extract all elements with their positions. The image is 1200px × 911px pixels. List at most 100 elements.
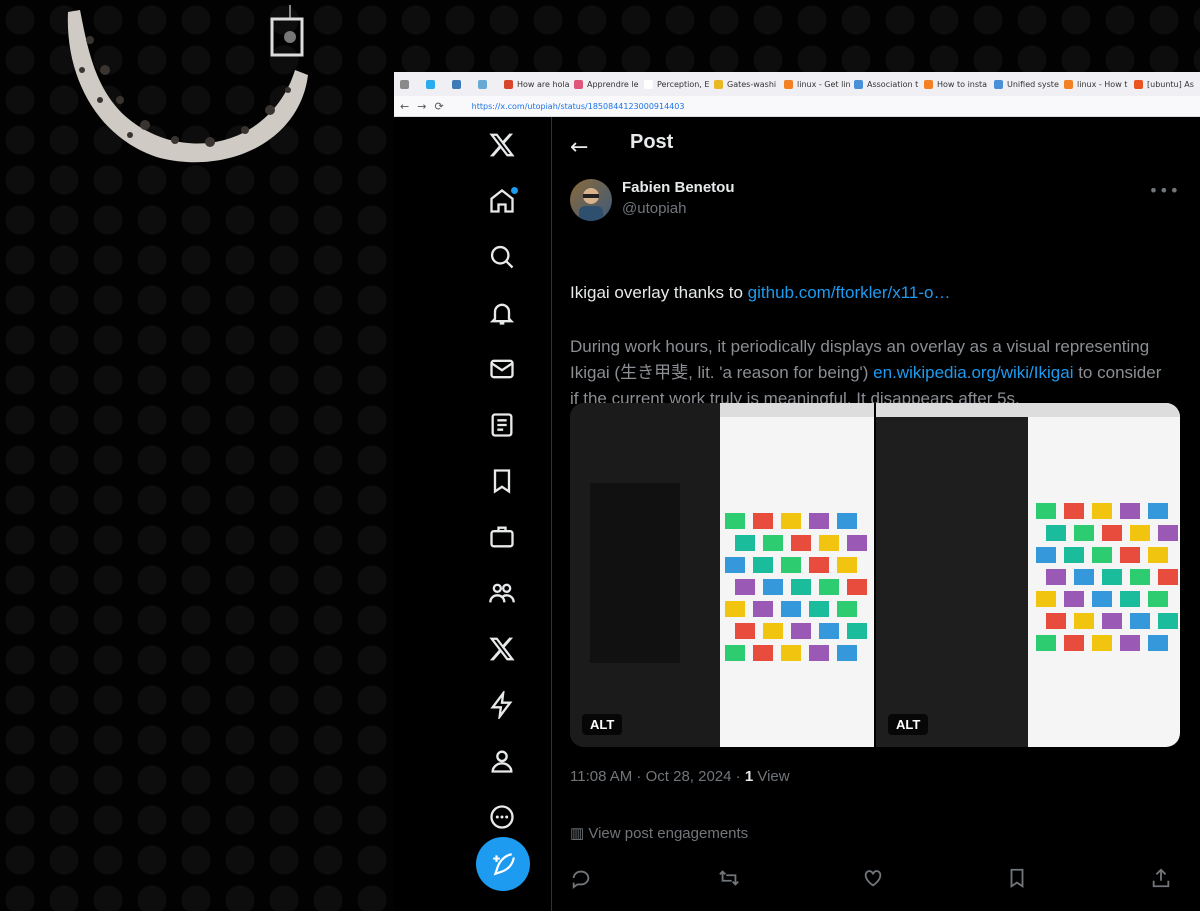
media-cube-shape: [725, 601, 745, 617]
browser-tab[interactable]: Unified syste: [994, 79, 1060, 89]
notifications-bell-icon[interactable]: [488, 299, 520, 331]
verified-orgs-lightning-icon[interactable]: [488, 689, 520, 723]
more-options-icon[interactable]: [488, 803, 520, 835]
post-text-body: During work hours, it periodically displ…: [570, 334, 1170, 412]
reply-icon[interactable]: [570, 867, 596, 893]
browser-tab[interactable]: How to insta: [924, 79, 990, 89]
home-icon[interactable]: [488, 187, 520, 219]
media-cube-shape: [1092, 635, 1112, 651]
tab-label: How to insta: [937, 79, 988, 89]
alt-badge[interactable]: ALT: [582, 714, 623, 735]
browser-forward-icon[interactable]: →: [417, 100, 426, 113]
like-heart-icon[interactable]: [862, 867, 888, 893]
communities-icon[interactable]: [488, 579, 520, 611]
address-field[interactable]: https://x.com/utopiah/status/18508441230…: [472, 102, 685, 111]
media-cube-shape: [791, 579, 811, 595]
back-arrow-icon[interactable]: ←: [570, 135, 588, 160]
media-cube-shape: [1046, 569, 1066, 585]
media-cube-shape: [1130, 569, 1150, 585]
browser-tab[interactable]: Association t: [854, 79, 920, 89]
github-link[interactable]: github.com/ftorkler/x11-o…: [748, 283, 951, 302]
timestamp-text[interactable]: 11:08 AM · Oct 28, 2024 ·: [570, 768, 745, 785]
media-cube-shape: [1064, 635, 1084, 651]
browser-tab[interactable]: How are hola: [504, 79, 570, 89]
tab-label: Perception, Evol: [657, 79, 710, 89]
tab-label: Gates-washi: [727, 79, 777, 89]
browser-tab-bar: How are hola Apprendre le Perception, Evol…: [394, 72, 1200, 96]
tab-label: Unified syste: [1007, 79, 1059, 89]
media-cube-shape: [809, 557, 829, 573]
bookmarks-icon[interactable]: [488, 467, 520, 499]
post-actions: [570, 867, 1180, 897]
media-image-2[interactable]: ALT: [874, 403, 1180, 747]
premium-x-icon[interactable]: [488, 635, 520, 667]
media-cube-shape: [1148, 635, 1168, 651]
media-cube-shape: [735, 579, 755, 595]
media-cube-shape: [1158, 613, 1178, 629]
media-cube-shape: [753, 557, 773, 573]
media-cube-shape: [763, 579, 783, 595]
alt-badge[interactable]: ALT: [888, 714, 929, 735]
author-name[interactable]: Fabien Benetou: [622, 179, 735, 196]
browser-tab[interactable]: Apprendre le: [574, 79, 640, 89]
media-cube-shape: [781, 513, 801, 529]
media-cube-shape: [809, 645, 829, 661]
media-cube-shape: [1158, 569, 1178, 585]
browser-tab[interactable]: [452, 79, 474, 89]
media-cube-shape: [847, 623, 867, 639]
more-menu-icon[interactable]: •••: [1149, 181, 1180, 200]
media-cube-shape: [809, 601, 829, 617]
messages-envelope-icon[interactable]: [488, 355, 520, 387]
media-cube-shape: [837, 557, 857, 573]
browser-tab[interactable]: [478, 79, 500, 89]
tab-favicon-icon: [478, 79, 487, 89]
browser-tab[interactable]: Perception, Evol: [644, 79, 710, 89]
browser-tab[interactable]: linux - Get lin: [784, 79, 850, 89]
media-cube-shape: [847, 535, 867, 551]
tab-label: [ubuntu] As: [1147, 79, 1194, 89]
tab-label: linux - How t: [1077, 79, 1128, 89]
wallpaper-hanging-frame: [270, 5, 304, 57]
x-logo-icon[interactable]: [488, 131, 520, 163]
lists-document-icon[interactable]: [488, 411, 520, 443]
browser-back-icon[interactable]: ←: [400, 100, 409, 113]
media-cube-shape: [1130, 613, 1150, 629]
media-cube-shape: [1092, 547, 1112, 563]
browser-tab[interactable]: Gates-washi: [714, 79, 780, 89]
media-cube-shape: [809, 513, 829, 529]
share-icon[interactable]: [1150, 867, 1176, 893]
media-cube-shape: [1120, 591, 1140, 607]
browser-window: How are hola Apprendre le Perception, Evol…: [394, 72, 1200, 911]
media-cube-shape: [1120, 635, 1140, 651]
media-cube-shape: [781, 557, 801, 573]
author-handle[interactable]: @utopiah: [622, 200, 735, 217]
media-cube-shape: [1158, 525, 1178, 541]
compose-post-button[interactable]: [476, 837, 530, 891]
media-cube-shape: [819, 623, 839, 639]
browser-tab[interactable]: [426, 79, 448, 89]
tab-favicon-icon: [924, 79, 933, 89]
engagements-label[interactable]: View post engagements: [588, 825, 748, 842]
avatar[interactable]: [570, 179, 612, 221]
media-cube-shape: [781, 601, 801, 617]
repost-icon[interactable]: [718, 867, 744, 893]
browser-tab[interactable]: linux - How t: [1064, 79, 1130, 89]
browser-tab[interactable]: [400, 79, 422, 89]
media-cube-shape: [1074, 613, 1094, 629]
jobs-briefcase-icon[interactable]: [488, 523, 520, 555]
media-cube-shape: [725, 513, 745, 529]
post-author[interactable]: Fabien Benetou @utopiah: [622, 179, 735, 217]
browser-reload-icon[interactable]: ⟳: [434, 100, 443, 113]
post-detail: ← Post Fabien Benetou @utopiah ••• Ikiga…: [552, 117, 1200, 911]
profile-icon[interactable]: [488, 747, 520, 779]
tab-label: Apprendre le: [587, 79, 639, 89]
media-cube-shape: [1036, 591, 1056, 607]
browser-tab[interactable]: [ubuntu] As: [1134, 79, 1200, 89]
media-image-1[interactable]: ALT: [570, 403, 874, 747]
view-engagements-link[interactable]: ▥ View post engagements: [570, 824, 748, 842]
media-cube-shape: [1064, 591, 1084, 607]
bookmark-icon[interactable]: [1006, 867, 1032, 893]
wikipedia-link[interactable]: en.wikipedia.org/wiki/Ikigai: [873, 363, 1073, 382]
search-icon[interactable]: [488, 243, 520, 275]
tab-favicon-icon: [574, 79, 583, 89]
